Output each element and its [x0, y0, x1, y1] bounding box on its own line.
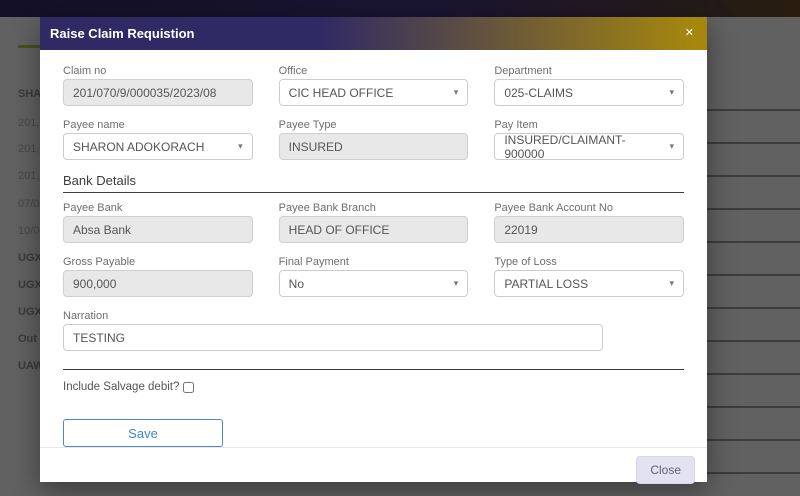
- department-select[interactable]: 025-CLAIMS ▾: [494, 79, 684, 106]
- chevron-down-icon: ▾: [454, 87, 459, 98]
- close-button[interactable]: Close: [636, 456, 695, 484]
- payee-bank-branch-input: [279, 216, 469, 243]
- office-select-value: CIC HEAD OFFICE: [289, 86, 394, 100]
- background-text: 201,: [18, 117, 39, 129]
- narration-label: Narration: [63, 310, 684, 322]
- chevron-down-icon: ▾: [238, 141, 243, 152]
- narration-field: Narration: [63, 310, 684, 351]
- background-table-rows: [707, 109, 800, 487]
- background-text: 201,: [18, 170, 39, 182]
- type-of-loss-select-value: PARTIAL LOSS: [504, 277, 588, 291]
- pay-item-select-value: INSURED/CLAIMANT-900000: [504, 133, 663, 161]
- final-payment-field: Final Payment No ▾: [279, 256, 469, 297]
- claim-no-label: Claim no: [63, 65, 253, 77]
- payee-bank-account-label: Payee Bank Account No: [494, 202, 684, 214]
- final-payment-select[interactable]: No ▾: [279, 270, 469, 297]
- background-text: 10/0: [18, 225, 39, 237]
- pay-item-field: Pay Item INSURED/CLAIMANT-900000 ▾: [494, 119, 684, 160]
- payee-bank-label: Payee Bank: [63, 202, 253, 214]
- claim-no-field: Claim no: [63, 65, 253, 106]
- payee-name-field: Payee name SHARON ADOKORACH ▾: [63, 119, 253, 160]
- payee-bank-input: [63, 216, 253, 243]
- payee-type-label: Payee Type: [279, 119, 469, 131]
- pay-item-select[interactable]: INSURED/CLAIMANT-900000 ▾: [494, 133, 684, 160]
- background-text: SHA: [18, 88, 41, 100]
- background-text: 201,: [18, 143, 39, 155]
- modal-title: Raise Claim Requistion: [50, 26, 194, 41]
- divider: [63, 369, 684, 370]
- chevron-down-icon: ▾: [454, 278, 459, 289]
- payee-bank-branch-field: Payee Bank Branch: [279, 202, 469, 243]
- modal-footer: Close: [40, 447, 707, 492]
- final-payment-select-value: No: [289, 277, 304, 291]
- final-payment-label: Final Payment: [279, 256, 469, 268]
- payee-bank-branch-label: Payee Bank Branch: [279, 202, 469, 214]
- close-icon[interactable]: ✕: [685, 28, 694, 39]
- raise-claim-requisition-modal: Raise Claim Requistion ✕ Claim no Office…: [40, 17, 707, 482]
- gross-payable-input: [63, 270, 253, 297]
- payee-bank-field: Payee Bank: [63, 202, 253, 243]
- chevron-down-icon: ▾: [669, 141, 674, 152]
- background-tab-indicator: [18, 45, 40, 48]
- background-text: UGX: [18, 252, 42, 264]
- chevron-down-icon: ▾: [669, 278, 674, 289]
- pay-item-label: Pay Item: [494, 119, 684, 131]
- type-of-loss-label: Type of Loss: [494, 256, 684, 268]
- payee-name-label: Payee name: [63, 119, 253, 131]
- type-of-loss-field: Type of Loss PARTIAL LOSS ▾: [494, 256, 684, 297]
- payee-type-field: Payee Type: [279, 119, 469, 160]
- office-field: Office CIC HEAD OFFICE ▾: [279, 65, 469, 106]
- save-button[interactable]: Save: [63, 419, 223, 447]
- payee-name-select-value: SHARON ADOKORACH: [73, 140, 204, 154]
- background-topbar: [0, 0, 800, 17]
- background-text: UGX: [18, 279, 42, 291]
- office-label: Office: [279, 65, 469, 77]
- narration-input[interactable]: [63, 324, 603, 351]
- claim-no-input: [63, 79, 253, 106]
- salvage-checkbox[interactable]: [183, 382, 194, 393]
- background-text: Out: [18, 333, 37, 345]
- background-text: 07/0: [18, 198, 39, 210]
- office-select[interactable]: CIC HEAD OFFICE ▾: [279, 79, 469, 106]
- department-label: Department: [494, 65, 684, 77]
- modal-header: Raise Claim Requistion ✕: [40, 17, 707, 50]
- department-field: Department 025-CLAIMS ▾: [494, 65, 684, 106]
- salvage-label: Include Salvage debit?: [63, 381, 179, 393]
- department-select-value: 025-CLAIMS: [504, 86, 573, 100]
- payee-bank-account-field: Payee Bank Account No: [494, 202, 684, 243]
- bank-details-heading: Bank Details: [63, 173, 684, 193]
- gross-payable-field: Gross Payable: [63, 256, 253, 297]
- background-text: UGX: [18, 306, 42, 318]
- chevron-down-icon: ▾: [669, 87, 674, 98]
- salvage-row: Include Salvage debit?: [63, 381, 684, 393]
- payee-type-input: [279, 133, 469, 160]
- payee-name-select[interactable]: SHARON ADOKORACH ▾: [63, 133, 253, 160]
- gross-payable-label: Gross Payable: [63, 256, 253, 268]
- type-of-loss-select[interactable]: PARTIAL LOSS ▾: [494, 270, 684, 297]
- payee-bank-account-input: [494, 216, 684, 243]
- modal-body: Claim no Office CIC HEAD OFFICE ▾ Depart…: [40, 50, 707, 447]
